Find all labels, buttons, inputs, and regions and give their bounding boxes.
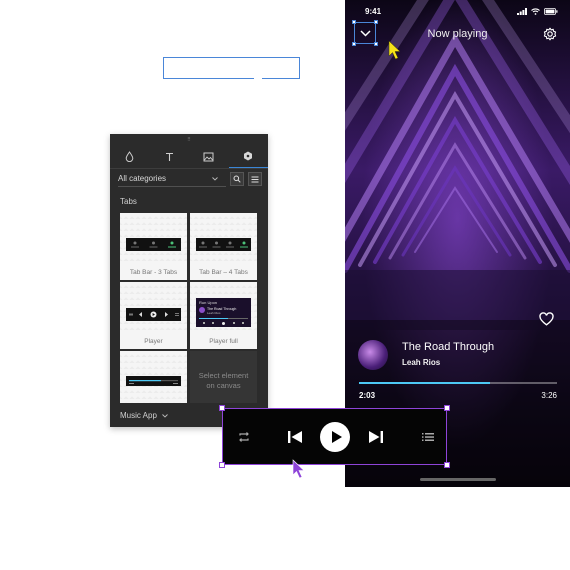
preview-progress bbox=[199, 318, 248, 319]
card-thumbnail bbox=[120, 282, 187, 332]
queue-icon bbox=[422, 432, 434, 441]
component-card-tabbar-3[interactable]: Tab Bar - 3 Tabs bbox=[120, 213, 187, 280]
card-label: Tab Bar – 4 Tabs bbox=[199, 269, 248, 276]
tab-styles[interactable] bbox=[110, 145, 150, 168]
card-thumbnail bbox=[120, 213, 187, 263]
card-thumbnail bbox=[120, 351, 187, 403]
card-thumbnail: Run Upon The Road Through Leah Rios bbox=[190, 282, 257, 332]
list-view-button[interactable] bbox=[248, 172, 262, 186]
tab-text[interactable] bbox=[150, 145, 190, 168]
droplet-icon bbox=[125, 151, 134, 162]
status-icons bbox=[517, 8, 558, 15]
preview-controls bbox=[199, 322, 248, 325]
card-label: Tab Bar - 3 Tabs bbox=[129, 269, 178, 276]
album-thumbnail bbox=[358, 340, 388, 370]
search-button[interactable] bbox=[230, 172, 244, 186]
play-button[interactable] bbox=[320, 421, 350, 452]
chevron-down-icon bbox=[162, 414, 168, 418]
progress-slider[interactable] bbox=[359, 382, 557, 384]
text-icon bbox=[165, 152, 173, 161]
repeat-button[interactable] bbox=[238, 431, 250, 442]
battery-icon bbox=[544, 8, 558, 15]
heart-icon[interactable] bbox=[539, 312, 554, 326]
preview-artist: Leah Rios bbox=[207, 311, 221, 315]
components-icon bbox=[244, 151, 253, 161]
components-panel: ⠿ All categories Tabs Tab Bar - 3 Tabs T… bbox=[110, 134, 268, 427]
category-select-label: All categories bbox=[118, 174, 167, 183]
elapsed-time: 2:03 bbox=[359, 391, 376, 400]
empty-frame-placeholder[interactable] bbox=[163, 57, 300, 80]
component-card-progress[interactable] bbox=[120, 351, 187, 403]
component-card-player[interactable]: Player bbox=[120, 282, 187, 349]
card-thumbnail bbox=[190, 213, 257, 263]
progress-fill bbox=[359, 382, 490, 384]
frame-notch bbox=[254, 77, 262, 80]
select-element-message: Select element on canvas bbox=[198, 371, 249, 390]
screen-title: Now playing bbox=[427, 28, 488, 40]
song-artist: Leah Rios bbox=[402, 358, 441, 367]
chevron-down-icon bbox=[212, 176, 218, 181]
library-selector[interactable]: Music App bbox=[120, 411, 168, 420]
player-full-preview: Run Upon The Road Through Leah Rios bbox=[196, 298, 251, 327]
panel-tabbar bbox=[110, 145, 268, 169]
preview-title: Run Upon bbox=[199, 300, 218, 305]
next-button[interactable] bbox=[368, 430, 384, 444]
image-icon bbox=[203, 152, 214, 161]
status-time: 9:41 bbox=[365, 7, 382, 16]
category-select[interactable]: All categories bbox=[118, 171, 226, 187]
purple-cursor-icon bbox=[292, 459, 305, 479]
song-title: The Road Through bbox=[402, 341, 495, 353]
repeat-icon bbox=[239, 431, 249, 442]
previous-icon bbox=[288, 430, 302, 443]
settings-icon[interactable] bbox=[543, 27, 557, 41]
component-card-player-full[interactable]: Run Upon The Road Through Leah Rios Play… bbox=[190, 282, 257, 349]
preview-art bbox=[199, 307, 205, 313]
home-indicator bbox=[420, 478, 496, 481]
signal-icon bbox=[517, 8, 527, 15]
previous-button[interactable] bbox=[287, 430, 303, 444]
wifi-icon bbox=[531, 8, 540, 15]
panel-grip-icon[interactable]: ⠿ bbox=[110, 137, 268, 143]
total-time: 3:26 bbox=[541, 391, 557, 400]
track-info: The Road Through Leah Rios bbox=[358, 340, 556, 370]
queue-button[interactable] bbox=[422, 432, 434, 441]
tab-components[interactable] bbox=[228, 145, 268, 168]
search-icon bbox=[233, 175, 241, 183]
empty-slot: Select element on canvas bbox=[190, 351, 257, 403]
status-bar: 9:41 bbox=[345, 7, 570, 19]
yellow-cursor-icon bbox=[388, 40, 401, 60]
player-controls-component[interactable] bbox=[219, 405, 450, 468]
component-card-tabbar-4[interactable]: Tab Bar – 4 Tabs bbox=[190, 213, 257, 280]
play-icon bbox=[331, 430, 342, 443]
card-label: Player full bbox=[209, 338, 238, 345]
tab-images[interactable] bbox=[189, 145, 229, 168]
menu-icon bbox=[251, 176, 259, 182]
next-icon bbox=[369, 430, 383, 443]
card-label: Player bbox=[144, 338, 163, 345]
library-label: Music App bbox=[120, 411, 157, 420]
section-title: Tabs bbox=[120, 197, 137, 206]
filter-row: All categories bbox=[118, 171, 262, 187]
